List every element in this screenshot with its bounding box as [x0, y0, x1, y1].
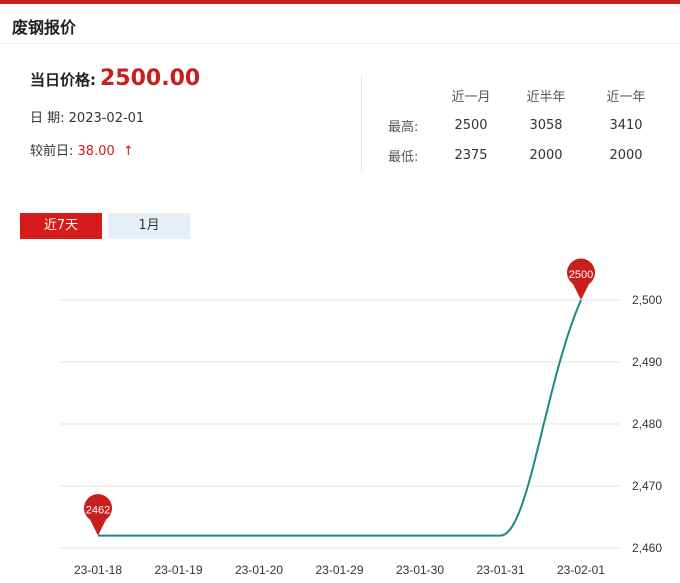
- x-tick-label: 23-01-30: [396, 563, 444, 577]
- panel-header: 废钢报价: [0, 4, 680, 44]
- x-tick-label: 23-01-19: [154, 563, 202, 577]
- y-tick-label: 2,480: [632, 417, 662, 431]
- price-label: 当日价格:: [30, 71, 96, 89]
- series-line: [98, 299, 582, 537]
- tab-1-month[interactable]: 1月: [108, 213, 190, 239]
- value-pin-label: 2462: [86, 505, 110, 517]
- tab-7-days[interactable]: 近7天: [20, 213, 102, 239]
- value-pin-label: 2500: [569, 269, 593, 281]
- stats-table: 近一月 近半年 近一年 最高: 2500 3058 3410 最低: 2375 …: [388, 80, 668, 170]
- price-value: 2500.00: [100, 66, 201, 91]
- stats-cell: 2500: [454, 117, 488, 133]
- y-tick-label: 2,470: [632, 479, 662, 493]
- x-tick-label: 23-01-29: [315, 563, 363, 577]
- y-tick-label: 2,490: [632, 355, 662, 369]
- date-label: 日 期:: [30, 111, 65, 126]
- stats-cell: 3058: [529, 117, 563, 133]
- stats-header-year: 近一年: [606, 89, 646, 105]
- stats-row-high: 最高: 2500 3058 3410: [388, 110, 668, 140]
- stats-header-month: 近一月: [451, 89, 491, 105]
- stats-cell: 2000: [609, 147, 643, 163]
- x-tick-label: 23-01-31: [476, 563, 524, 577]
- y-tick-label: 2,500: [632, 293, 662, 307]
- stats-header-row: 近一月 近半年 近一年: [388, 80, 668, 110]
- stats-row-label: 最低:: [388, 149, 419, 165]
- x-tick-label: 23-01-18: [74, 563, 122, 577]
- stats-header-halfyear: 近半年: [526, 89, 566, 105]
- price-summary: 当日价格: 2500.00 日 期: 2023-02-01 较前日: 38.00…: [30, 66, 350, 159]
- up-arrow-icon: ↑: [122, 144, 134, 159]
- stats-cell: 2000: [529, 147, 563, 163]
- summary-divider: [361, 75, 362, 171]
- date-row: 日 期: 2023-02-01: [30, 107, 350, 126]
- panel-title: 废钢报价: [12, 18, 77, 37]
- stats-row-label: 最高:: [388, 119, 419, 135]
- range-tabs: 近7天 1月: [20, 213, 196, 239]
- stats-row-low: 最低: 2375 2000 2000: [388, 140, 668, 170]
- x-tick-label: 23-02-01: [557, 563, 605, 577]
- stats-cell: 3410: [609, 117, 643, 133]
- date-value: 2023-02-01: [68, 111, 145, 126]
- stats-cell: 2375: [454, 147, 488, 163]
- price-row: 当日价格: 2500.00: [30, 66, 350, 91]
- x-tick-label: 23-01-20: [235, 563, 283, 577]
- change-row: 较前日: 38.00 ↑: [30, 140, 350, 159]
- y-tick-label: 2,460: [632, 541, 662, 555]
- change-label: 较前日:: [30, 144, 74, 159]
- change-value: 38.00: [77, 144, 115, 159]
- price-line-chart: 2,460 2,470 2,480 2,490 2,500 23-01-18 23-01-1…: [60, 258, 662, 577]
